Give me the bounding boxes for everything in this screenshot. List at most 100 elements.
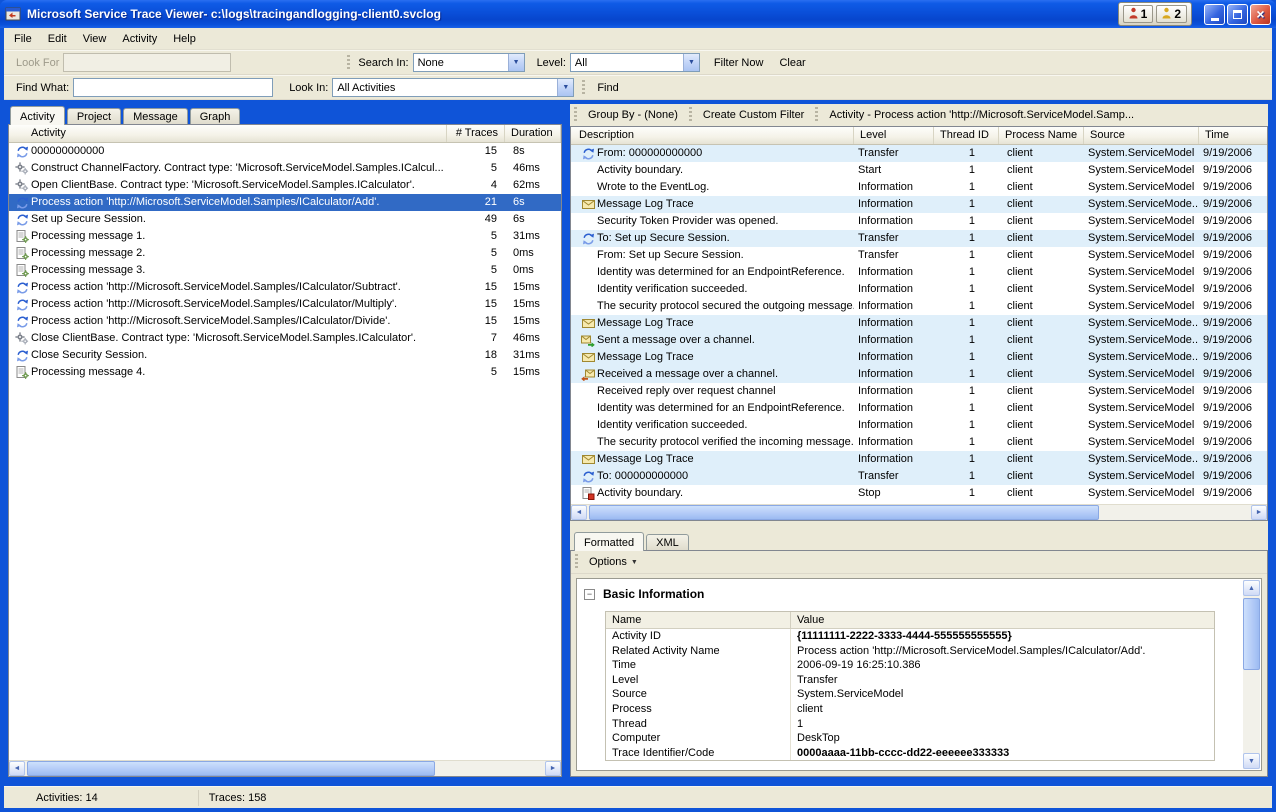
activity-row[interactable]: Processing message 4.515ms <box>9 364 561 381</box>
scrollbar-track[interactable] <box>1243 596 1260 753</box>
trace-row[interactable]: Received a message over a channel.Inform… <box>571 366 1267 383</box>
trace-toolbar-item[interactable]: Create Custom Filter <box>696 107 811 123</box>
trace-row[interactable]: Message Log TraceInformation1clientSyste… <box>571 349 1267 366</box>
trace-row[interactable]: To: Set up Secure Session.Transfer1clien… <box>571 230 1267 247</box>
scrollbar-track[interactable] <box>25 761 545 776</box>
trace-source: System.ServiceModel <box>1084 213 1199 230</box>
trace-row[interactable]: From: Set up Secure Session.Transfer1cli… <box>571 247 1267 264</box>
trace-row[interactable]: Wrote to the EventLog.Information1client… <box>571 179 1267 196</box>
trace-row[interactable]: Identity verification succeeded.Informat… <box>571 281 1267 298</box>
activity-row[interactable]: Process action 'http://Microsoft.Service… <box>9 194 561 211</box>
find-what-input[interactable] <box>73 78 273 97</box>
annotation-badge-1[interactable]: 1 <box>1123 5 1154 23</box>
scroll-right-icon[interactable]: ► <box>1251 505 1267 520</box>
activity-trace-count: 5 <box>447 160 505 177</box>
menu-item-help[interactable]: Help <box>165 30 204 48</box>
detail-vertical-scrollbar[interactable]: ▲ ▼ <box>1243 580 1260 769</box>
trace-row[interactable]: Identity verification succeeded.Informat… <box>571 417 1267 434</box>
tab-graph[interactable]: Graph <box>190 108 241 125</box>
scrollbar-track[interactable] <box>587 505 1251 520</box>
close-button[interactable]: × <box>1250 4 1271 25</box>
tab-xml[interactable]: XML <box>646 534 689 551</box>
column-header[interactable]: # Traces <box>447 125 505 142</box>
column-header[interactable]: Duration <box>505 125 561 142</box>
horizontal-scrollbar-thumb[interactable] <box>589 505 1099 520</box>
scroll-left-icon[interactable]: ◄ <box>571 505 587 520</box>
column-header[interactable]: Thread ID <box>934 127 999 144</box>
look-in-combo[interactable]: All Activities ▼ <box>332 78 574 97</box>
activity-row[interactable]: Open ClientBase. Contract type: 'Microso… <box>9 177 561 194</box>
tab-formatted[interactable]: Formatted <box>574 532 644 551</box>
activity-row[interactable]: Processing message 3.50ms <box>9 262 561 279</box>
annotation-badge-2[interactable]: 2 <box>1156 5 1187 23</box>
activity-row[interactable]: 000000000000158s <box>9 143 561 160</box>
collapse-toggle[interactable]: − <box>584 589 595 600</box>
trace-toolbar-item[interactable]: Group By - (None) <box>581 107 685 123</box>
activity-label: Process action 'http://Microsoft.Service… <box>31 313 390 330</box>
activity-duration: 15ms <box>505 364 561 381</box>
activity-row[interactable]: Set up Secure Session.496s <box>9 211 561 228</box>
trace-row[interactable]: Activity boundary.Stop1clientSystem.Serv… <box>571 485 1267 502</box>
vertical-scrollbar-thumb[interactable] <box>1243 598 1260 670</box>
activity-row[interactable]: Close ClientBase. Contract type: 'Micros… <box>9 330 561 347</box>
trace-row[interactable]: Identity was determined for an EndpointR… <box>571 264 1267 281</box>
menu-item-edit[interactable]: Edit <box>40 30 75 48</box>
search-in-combo[interactable]: None ▼ <box>413 53 525 72</box>
tab-project[interactable]: Project <box>67 108 121 125</box>
minimize-button[interactable] <box>1204 4 1225 25</box>
trace-row[interactable]: Received reply over request channelInfor… <box>571 383 1267 400</box>
scroll-up-icon[interactable]: ▲ <box>1243 580 1260 596</box>
trace-row[interactable]: The security protocol verified the incom… <box>571 434 1267 451</box>
column-header[interactable]: Description <box>571 127 854 144</box>
activity-row[interactable]: Construct ChannelFactory. Contract type:… <box>9 160 561 177</box>
maximize-button[interactable] <box>1227 4 1248 25</box>
activity-horizontal-scrollbar[interactable]: ◄ ► <box>9 760 561 776</box>
trace-row[interactable]: Identity was determined for an EndpointR… <box>571 400 1267 417</box>
scroll-right-icon[interactable]: ► <box>545 761 561 776</box>
trace-row[interactable]: The security protocol secured the outgoi… <box>571 298 1267 315</box>
page-gear-icon <box>13 247 31 260</box>
clear-button[interactable]: Clear <box>771 53 813 73</box>
scroll-left-icon[interactable]: ◄ <box>9 761 25 776</box>
scroll-down-icon[interactable]: ▼ <box>1243 753 1260 769</box>
column-header[interactable]: Level <box>854 127 934 144</box>
column-header[interactable]: Source <box>1084 127 1199 144</box>
column-header[interactable]: Activity <box>9 125 447 142</box>
activity-row[interactable]: Close Security Session.1831ms <box>9 347 561 364</box>
trace-row[interactable]: Message Log TraceInformation1clientSyste… <box>571 315 1267 332</box>
column-header[interactable]: Process Name <box>999 127 1084 144</box>
look-for-input[interactable] <box>63 53 231 72</box>
trace-time: 9/19/2006 <box>1199 468 1267 485</box>
level-combo[interactable]: All ▼ <box>570 53 700 72</box>
activity-row[interactable]: Processing message 2.50ms <box>9 245 561 262</box>
activity-duration: 15ms <box>505 313 561 330</box>
toolbar-grip-icon <box>582 80 585 96</box>
trace-description: Received a message over a channel. <box>597 366 778 383</box>
tab-activity[interactable]: Activity <box>10 106 65 125</box>
trace-horizontal-scrollbar[interactable]: ◄ ► <box>571 504 1267 520</box>
activity-row[interactable]: Process action 'http://Microsoft.Service… <box>9 279 561 296</box>
trace-row[interactable]: Security Token Provider was opened.Infor… <box>571 213 1267 230</box>
activity-row[interactable]: Processing message 1.531ms <box>9 228 561 245</box>
trace-row[interactable]: Message Log TraceInformation1clientSyste… <box>571 451 1267 468</box>
filter-now-button[interactable]: Filter Now <box>706 53 772 73</box>
menu-item-file[interactable]: File <box>6 30 40 48</box>
column-header[interactable]: Time <box>1199 127 1267 144</box>
activity-cell: Processing message 4. <box>9 364 447 381</box>
trace-row[interactable]: To: 000000000000Transfer1clientSystem.Se… <box>571 468 1267 485</box>
trace-row[interactable]: From: 000000000000Transfer1clientSystem.… <box>571 145 1267 162</box>
trace-thread-id: 1 <box>934 383 999 400</box>
tab-message[interactable]: Message <box>123 108 188 125</box>
trace-row[interactable]: Message Log TraceInformation1clientSyste… <box>571 196 1267 213</box>
options-button[interactable]: Options ▼ <box>582 554 645 570</box>
horizontal-scrollbar-thumb[interactable] <box>27 761 435 776</box>
menu-item-activity[interactable]: Activity <box>114 30 165 48</box>
find-button[interactable]: Find <box>589 78 626 98</box>
traces-count: Traces: 158 <box>198 790 277 806</box>
menu-item-view[interactable]: View <box>75 30 115 48</box>
trace-row[interactable]: Sent a message over a channel.Informatio… <box>571 332 1267 349</box>
activity-row[interactable]: Process action 'http://Microsoft.Service… <box>9 313 561 330</box>
toolbar-grip-icon <box>574 107 577 123</box>
activity-row[interactable]: Process action 'http://Microsoft.Service… <box>9 296 561 313</box>
trace-row[interactable]: Activity boundary.Start1clientSystem.Ser… <box>571 162 1267 179</box>
